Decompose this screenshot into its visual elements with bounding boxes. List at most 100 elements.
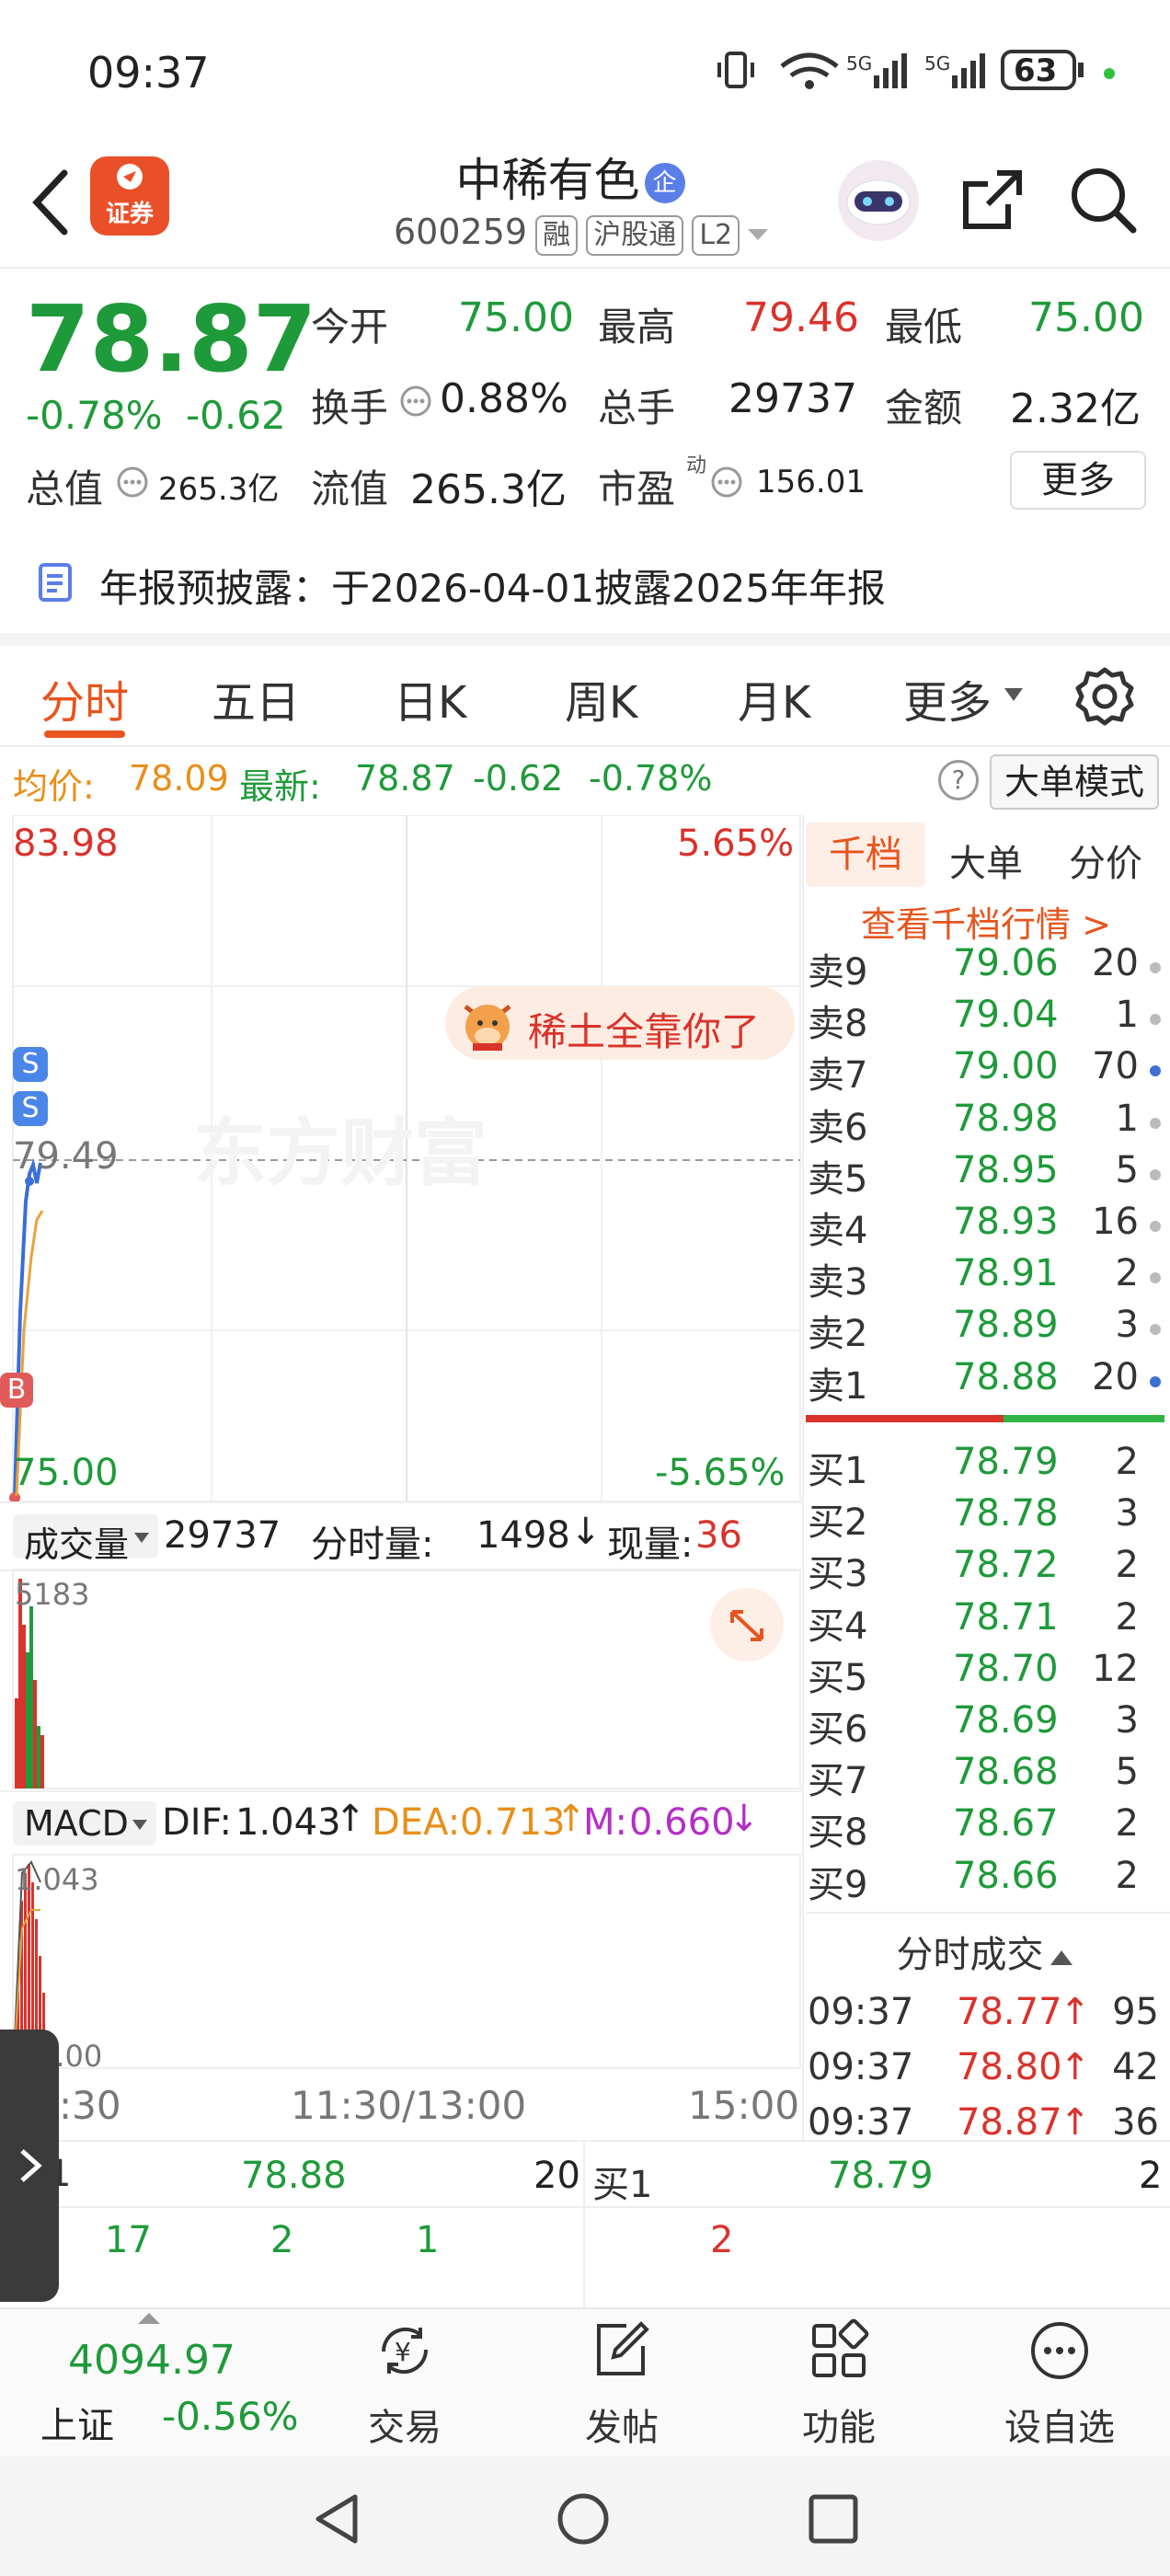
stock-title-block[interactable]: 中稀有色 企 xyxy=(350,144,791,210)
nav-add-watchlist[interactable]: 设自选 xyxy=(977,2318,1142,2451)
bid-level-row[interactable]: 买5 78.70 12 xyxy=(806,1648,1164,1699)
bid-level-label: 买2 xyxy=(808,1501,868,1545)
bid-level-row[interactable]: 买3 78.72 2 xyxy=(806,1544,1164,1595)
buy-marker[interactable]: B xyxy=(0,1373,33,1408)
info-icon[interactable] xyxy=(116,466,149,499)
big-order-mode-button[interactable]: 大单模式 xyxy=(990,754,1159,810)
document-icon xyxy=(39,563,72,602)
bid-level-row[interactable]: 买7 78.68 5 xyxy=(806,1751,1164,1802)
latest-change: -0.62 xyxy=(473,758,564,799)
nav-trade[interactable]: ¥ 交易 xyxy=(322,2318,488,2451)
back-arrow-icon[interactable] xyxy=(28,166,74,239)
index-pct[interactable]: -0.56% xyxy=(162,2394,299,2439)
community-bubble[interactable]: 稀土全靠你了 xyxy=(445,986,795,1060)
bid-level-row[interactable]: 买9 78.66 2 xyxy=(806,1855,1164,1906)
volume-indicator-select[interactable]: 成交量 xyxy=(13,1514,158,1565)
trade-time: 09:37 xyxy=(808,2046,914,2088)
info-icon[interactable] xyxy=(399,385,432,418)
search-icon[interactable] xyxy=(1067,164,1141,237)
minute-volume-label: 分时量: xyxy=(311,1524,434,1566)
trade-volume: 95 xyxy=(1112,1991,1159,2033)
stock-name: 中稀有色 xyxy=(455,154,640,207)
notice-text[interactable]: 年报预披露：于2026-04-01披露2025年年报 xyxy=(99,558,886,614)
macd-indicator-select[interactable]: MACD xyxy=(13,1801,156,1846)
help-icon[interactable]: ? xyxy=(938,760,979,800)
time-axis-mid: 11:30/13:00 xyxy=(291,2083,527,2128)
broker-logo[interactable]: 证券 xyxy=(90,156,169,236)
system-home-icon[interactable] xyxy=(556,2491,611,2547)
ask-level-row[interactable]: 卖1 78.88 20 xyxy=(806,1356,1164,1408)
tab-month-k[interactable]: 月K xyxy=(738,666,810,730)
chevron-down-icon[interactable] xyxy=(744,225,772,244)
nav-post-label: 发帖 xyxy=(585,2407,659,2449)
minute-volume-value: 1498 xyxy=(476,1514,570,1557)
ask-level-price: 78.89 xyxy=(953,1304,1059,1347)
bid-ask-ratio-bar xyxy=(806,1415,1164,1422)
bid-level-label: 买9 xyxy=(808,1863,868,1906)
ask-level-row[interactable]: 卖2 78.89 3 xyxy=(806,1304,1164,1355)
share-icon[interactable] xyxy=(957,164,1030,237)
ask-level-row[interactable]: 卖8 79.04 1 xyxy=(806,994,1164,1045)
trades-title: 分时成交 xyxy=(896,1934,1044,1976)
turnover-value: 0.88% xyxy=(440,375,568,422)
tab-intraday[interactable]: 分时 xyxy=(40,666,129,730)
trades-header[interactable]: 分时成交 xyxy=(806,1925,1164,1978)
tab-price-split[interactable]: 分价 xyxy=(1069,834,1142,887)
nav-features-label: 功能 xyxy=(802,2407,876,2449)
level-dot xyxy=(1150,1616,1161,1627)
ask-level-label: 卖7 xyxy=(808,1054,868,1098)
sell-marker[interactable]: S xyxy=(13,1091,48,1126)
ask-level-row[interactable]: 卖9 79.06 20 xyxy=(806,942,1164,994)
ask-level-label: 卖2 xyxy=(808,1313,868,1356)
volume-value: 29737 xyxy=(728,375,857,422)
tab-thousand-level[interactable]: 千档 xyxy=(806,822,925,887)
view-depth-link[interactable]: 查看千档行情 > xyxy=(861,896,1111,947)
stock-header: 证券 中稀有色 企 600259 融 沪股通 L2 xyxy=(0,138,1170,267)
nav-post[interactable]: 发帖 xyxy=(539,2318,705,2451)
tab-more[interactable]: 更多 xyxy=(903,666,992,730)
gear-icon[interactable] xyxy=(1072,664,1137,729)
tab-big-order[interactable]: 大单 xyxy=(949,834,1023,887)
ask-level-row[interactable]: 卖5 78.95 5 xyxy=(806,1149,1164,1201)
more-button[interactable]: 更多 xyxy=(1010,451,1146,510)
tab-week-k[interactable]: 周K xyxy=(565,666,637,730)
chevron-right-icon xyxy=(20,2149,42,2182)
bid-level-row[interactable]: 买6 78.69 3 xyxy=(806,1699,1164,1751)
caret-down-icon xyxy=(132,1820,147,1830)
sell-marker[interactable]: S xyxy=(13,1047,48,1082)
system-recents-icon[interactable] xyxy=(806,2491,861,2547)
ox-mascot-icon xyxy=(464,1005,511,1051)
level-dot xyxy=(1150,1719,1161,1731)
caret-up-icon[interactable] xyxy=(136,2311,162,2326)
bid-level-row[interactable]: 买4 78.71 2 xyxy=(806,1596,1164,1648)
tab-day-k[interactable]: 日K xyxy=(394,666,466,730)
bid-level-label: 买5 xyxy=(808,1656,868,1699)
info-icon[interactable] xyxy=(710,466,743,499)
bid-level-price: 78.68 xyxy=(953,1751,1059,1794)
system-back-icon[interactable] xyxy=(309,2491,364,2547)
bid-level-label: 买8 xyxy=(808,1811,868,1855)
bid-level-label: 买1 xyxy=(808,1450,868,1492)
index-name[interactable]: 上证 xyxy=(40,2396,114,2449)
quote-panel: 78.87 -0.78% -0.62 今开 75.00 最高 79.46 最低 … xyxy=(0,269,1170,637)
bid-level-row[interactable]: 买1 78.79 2 xyxy=(806,1441,1164,1492)
robot-assistant-icon[interactable] xyxy=(832,155,924,247)
bid-level-row[interactable]: 买2 78.78 3 xyxy=(806,1492,1164,1544)
ask-level-label: 卖8 xyxy=(808,1003,868,1046)
ask-level-row[interactable]: 卖4 78.93 16 xyxy=(806,1201,1164,1252)
strip-sell-price: 78.88 xyxy=(241,2155,347,2197)
side-drawer-handle[interactable] xyxy=(0,2030,59,2302)
change-amount: -0.62 xyxy=(186,393,286,438)
ask-level-row[interactable]: 卖3 78.91 2 xyxy=(806,1252,1164,1304)
nav-features[interactable]: 功能 xyxy=(756,2318,922,2451)
ask-level-volume: 3 xyxy=(1115,1304,1139,1347)
ask-level-row[interactable]: 卖6 78.98 1 xyxy=(806,1098,1164,1149)
y-top-label: 83.98 xyxy=(13,822,119,865)
tab-five-day[interactable]: 五日 xyxy=(212,666,300,730)
index-value[interactable]: 4094.97 xyxy=(68,2337,235,2384)
bid-level-row[interactable]: 买8 78.67 2 xyxy=(806,1802,1164,1854)
y-top-pct-label: 5.65% xyxy=(677,822,795,865)
ask-level-row[interactable]: 卖7 79.00 70 xyxy=(806,1045,1164,1097)
ask-level-label: 卖6 xyxy=(808,1106,868,1149)
ask-level-volume: 70 xyxy=(1092,1045,1139,1088)
